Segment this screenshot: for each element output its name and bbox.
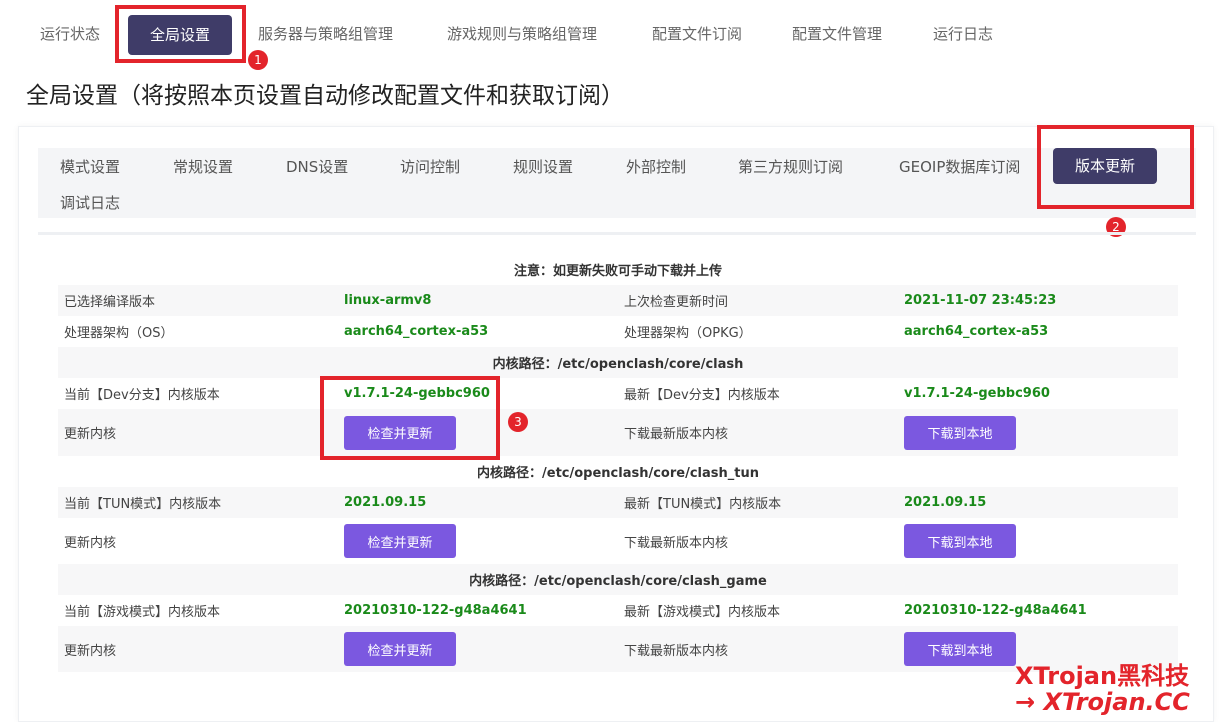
current-version-label: 当前【游戏模式】内核版本 — [64, 605, 221, 620]
compiled-version-value: linux-armv8 — [344, 293, 432, 308]
last-check-value: 2021-11-07 23:45:23 — [904, 293, 1057, 308]
arch-opkg-value: aarch64_cortex-a53 — [904, 324, 1049, 339]
update-core-label: 更新内核 — [64, 643, 117, 659]
core-path-title: 内核路径：/etc/openclash/core/clash — [492, 357, 744, 372]
download-core-label: 下载最新版本内核 — [624, 535, 729, 551]
annotation-badge-3: 3 — [508, 412, 528, 432]
latest-version-value: 20210310-122-g48a4641 — [904, 603, 1087, 618]
notice-text: 注意：如更新失败可手动下载并上传 — [513, 263, 722, 279]
check-update-button[interactable]: 检查并更新 — [344, 524, 456, 558]
check-update-button[interactable]: 检查并更新 — [344, 415, 456, 450]
subtab-rules[interactable]: 规则设置 — [513, 156, 573, 177]
arch-opkg-label: 处理器架构（OPKG） — [624, 326, 752, 341]
core-update-row: 更新内核 检查并更新 下载最新版本内核 下载到本地 — [58, 409, 1178, 456]
notice-row: 注意：如更新失败可手动下载并上传 — [58, 254, 1178, 284]
divider — [38, 232, 1196, 235]
download-core-label: 下载最新版本内核 — [624, 427, 729, 442]
latest-version-value: 2021.09.15 — [904, 495, 987, 510]
tab-status[interactable]: 运行状态 — [40, 10, 100, 58]
core-version-row: 当前【Dev分支】内核版本 v1.7.1-24-gebbc960 最新【Dev分… — [58, 378, 1178, 409]
current-version-label: 当前【Dev分支】内核版本 — [64, 388, 220, 403]
update-core-label: 更新内核 — [64, 535, 117, 551]
arch-os-label: 处理器架构（OS） — [64, 326, 174, 341]
sub-tab-bar: 模式设置 常规设置 DNS设置 访问控制 规则设置 外部控制 第三方规则订阅 G… — [38, 148, 1196, 218]
latest-version-value: v1.7.1-24-gebbc960 — [904, 386, 1050, 401]
subtab-external[interactable]: 外部控制 — [626, 156, 686, 177]
download-core-label: 下载最新版本内核 — [624, 643, 729, 659]
core-path-row: 内核路径：/etc/openclash/core/clash_game — [58, 564, 1178, 595]
tab-config-manage[interactable]: 配置文件管理 — [792, 10, 882, 58]
annotation-badge-1: 1 — [248, 50, 268, 70]
current-version-value: 2021.09.15 — [344, 495, 427, 510]
latest-version-label: 最新【Dev分支】内核版本 — [624, 388, 780, 403]
watermark-brand: XTrojan黑科技 — [1015, 662, 1190, 690]
core-path-row: 内核路径：/etc/openclash/core/clash_tun — [58, 456, 1178, 487]
info-row-version: 已选择编译版本 linux-armv8 上次检查更新时间 2021-11-07 … — [58, 285, 1178, 316]
arch-os-value: aarch64_cortex-a53 — [344, 324, 489, 339]
watermark-url: → XTrojan.CC — [1015, 688, 1190, 716]
download-local-button[interactable]: 下载到本地 — [904, 524, 1016, 558]
core-path-title: 内核路径：/etc/openclash/core/clash_game — [469, 574, 767, 589]
core-update-row: 更新内核 检查并更新 下载最新版本内核 下载到本地 — [58, 518, 1178, 564]
core-version-row: 当前【TUN模式】内核版本 2021.09.15 最新【TUN模式】内核版本 2… — [58, 487, 1178, 518]
subtab-third-party-rules[interactable]: 第三方规则订阅 — [738, 156, 843, 177]
core-path-row: 内核路径：/etc/openclash/core/clash — [58, 347, 1178, 378]
core-update-row: 更新内核 检查并更新 下载最新版本内核 下载到本地 — [58, 626, 1178, 672]
current-version-value: v1.7.1-24-gebbc960 — [344, 386, 490, 401]
core-path-title: 内核路径：/etc/openclash/core/clash_tun — [477, 466, 759, 481]
subtab-debug-log[interactable]: 调试日志 — [60, 192, 120, 213]
subtab-mode[interactable]: 模式设置 — [60, 156, 120, 177]
last-check-label: 上次检查更新时间 — [624, 295, 729, 310]
check-update-button[interactable]: 检查并更新 — [344, 632, 456, 666]
tab-logs[interactable]: 运行日志 — [933, 10, 993, 58]
top-tab-bar: 运行状态 全局设置 服务器与策略组管理 游戏规则与策略组管理 配置文件订阅 配置… — [0, 10, 1227, 58]
download-local-button[interactable]: 下载到本地 — [904, 415, 1016, 450]
compiled-version-label: 已选择编译版本 — [64, 295, 156, 310]
core-version-row: 当前【游戏模式】内核版本 20210310-122-g48a4641 最新【游戏… — [58, 595, 1178, 626]
subtab-access[interactable]: 访问控制 — [400, 156, 460, 177]
latest-version-label: 最新【游戏模式】内核版本 — [624, 605, 781, 620]
info-row-arch: 处理器架构（OS） aarch64_cortex-a53 处理器架构（OPKG）… — [58, 316, 1178, 347]
current-version-value: 20210310-122-g48a4641 — [344, 603, 527, 618]
subtab-geoip[interactable]: GEOIP数据库订阅 — [899, 156, 1020, 177]
page-title: 全局设置（将按照本页设置自动修改配置文件和获取订阅） — [26, 83, 624, 109]
tab-config-subscribe[interactable]: 配置文件订阅 — [652, 10, 742, 58]
subtab-version-update[interactable]: 版本更新 — [1053, 148, 1158, 184]
current-version-label: 当前【TUN模式】内核版本 — [64, 497, 222, 512]
latest-version-label: 最新【TUN模式】内核版本 — [624, 497, 782, 512]
update-core-label: 更新内核 — [64, 427, 117, 442]
tab-game-rules[interactable]: 游戏规则与策略组管理 — [447, 10, 597, 58]
tab-global-settings[interactable]: 全局设置 — [128, 15, 233, 55]
tab-servers-groups[interactable]: 服务器与策略组管理 — [258, 10, 393, 58]
download-local-button[interactable]: 下载到本地 — [904, 632, 1016, 666]
subtab-dns[interactable]: DNS设置 — [286, 156, 348, 177]
subtab-general[interactable]: 常规设置 — [173, 156, 233, 177]
